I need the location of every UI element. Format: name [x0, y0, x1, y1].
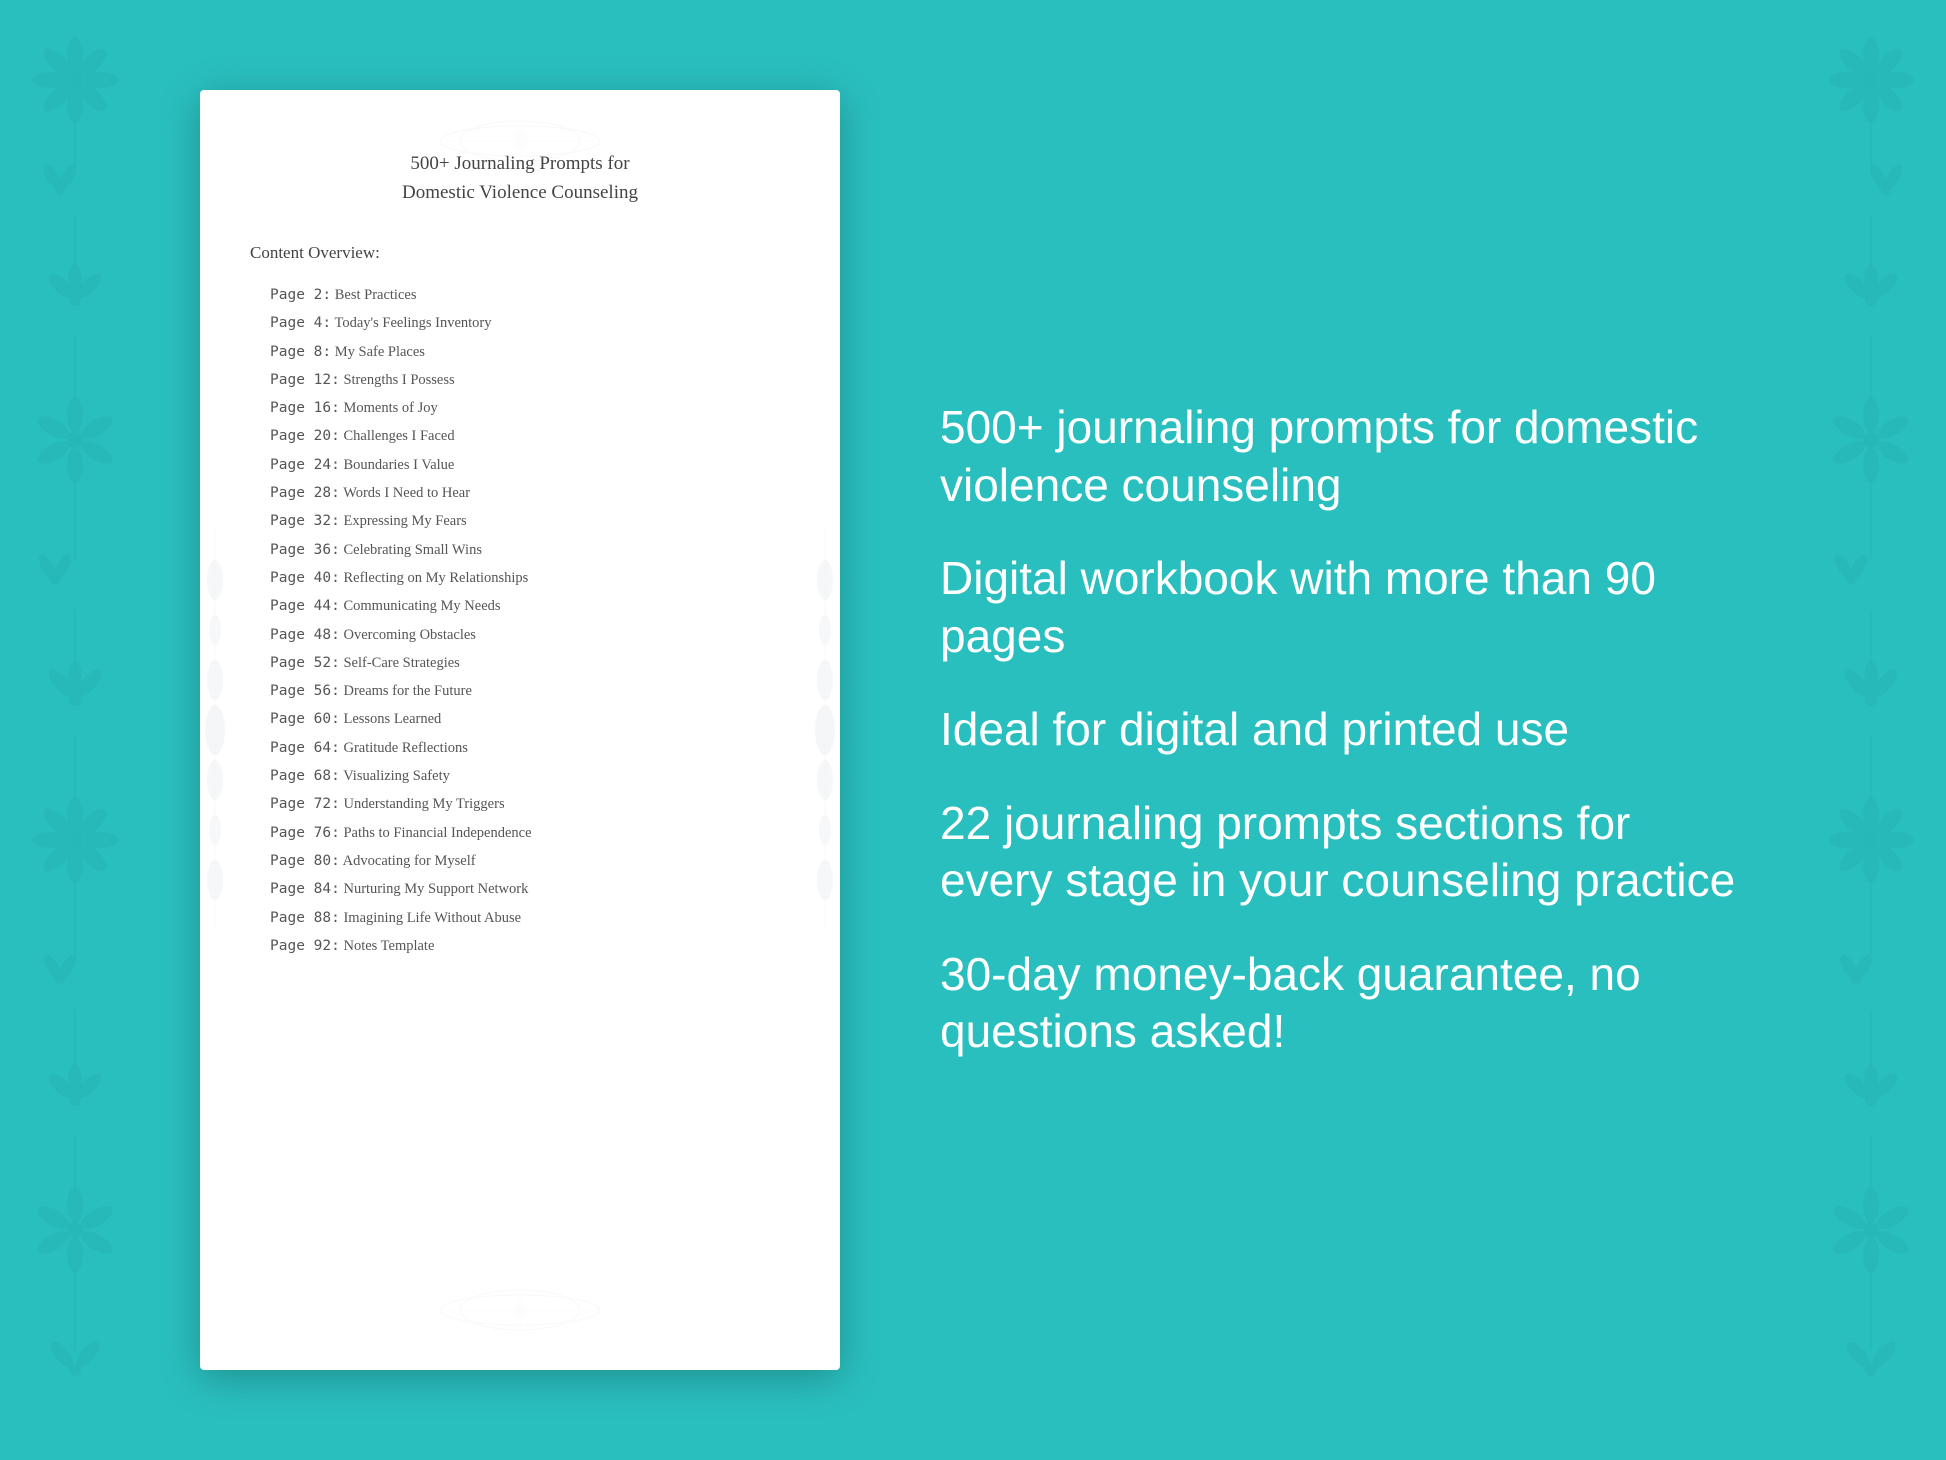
main-content: 500+ Journaling Prompts for Domestic Vio… [0, 0, 1946, 1460]
toc-entry: Page 24: Boundaries I Value [250, 451, 790, 479]
toc-entry: Page 52: Self-Care Strategies [250, 649, 790, 677]
feature-text: 22 journaling prompts sections for every… [940, 795, 1746, 910]
toc-entry: Page 88: Imagining Life Without Abuse [250, 904, 790, 932]
feature-text: Digital workbook with more than 90 pages [940, 550, 1746, 665]
toc-entry: Page 16: Moments of Joy [250, 394, 790, 422]
toc-entry: Page 4: Today's Feelings Inventory [250, 309, 790, 337]
toc-entry: Page 44: Communicating My Needs [250, 592, 790, 620]
right-panel: 500+ journaling prompts for domestic vio… [920, 399, 1746, 1061]
toc-entry: Page 20: Challenges I Faced [250, 422, 790, 450]
toc-list: Page 2: Best PracticesPage 4: Today's Fe… [250, 281, 790, 960]
book-title: 500+ Journaling Prompts for Domestic Vio… [250, 150, 790, 207]
feature-text: Ideal for digital and printed use [940, 701, 1746, 759]
toc-entry: Page 92: Notes Template [250, 932, 790, 960]
toc-entry: Page 80: Advocating for Myself [250, 847, 790, 875]
toc-entry: Page 72: Understanding My Triggers [250, 790, 790, 818]
toc-entry: Page 68: Visualizing Safety [250, 762, 790, 790]
feature-text: 30-day money-back guarantee, no question… [940, 946, 1746, 1061]
toc-entry: Page 60: Lessons Learned [250, 705, 790, 733]
book-page: 500+ Journaling Prompts for Domestic Vio… [200, 90, 840, 1370]
toc-entry: Page 48: Overcoming Obstacles [250, 621, 790, 649]
toc-entry: Page 36: Celebrating Small Wins [250, 536, 790, 564]
toc-entry: Page 12: Strengths I Possess [250, 366, 790, 394]
toc-entry: Page 28: Words I Need to Hear [250, 479, 790, 507]
toc-entry: Page 2: Best Practices [250, 281, 790, 309]
feature-text: 500+ journaling prompts for domestic vio… [940, 399, 1746, 514]
watermark-bottom [420, 1269, 620, 1360]
toc-entry: Page 76: Paths to Financial Independence [250, 819, 790, 847]
toc-entry: Page 40: Reflecting on My Relationships [250, 564, 790, 592]
toc-entry: Page 8: My Safe Places [250, 338, 790, 366]
toc-entry: Page 32: Expressing My Fears [250, 507, 790, 535]
toc-entry: Page 64: Gratitude Reflections [250, 734, 790, 762]
toc-entry: Page 56: Dreams for the Future [250, 677, 790, 705]
content-overview-heading: Content Overview: [250, 243, 790, 263]
toc-entry: Page 84: Nurturing My Support Network [250, 875, 790, 903]
